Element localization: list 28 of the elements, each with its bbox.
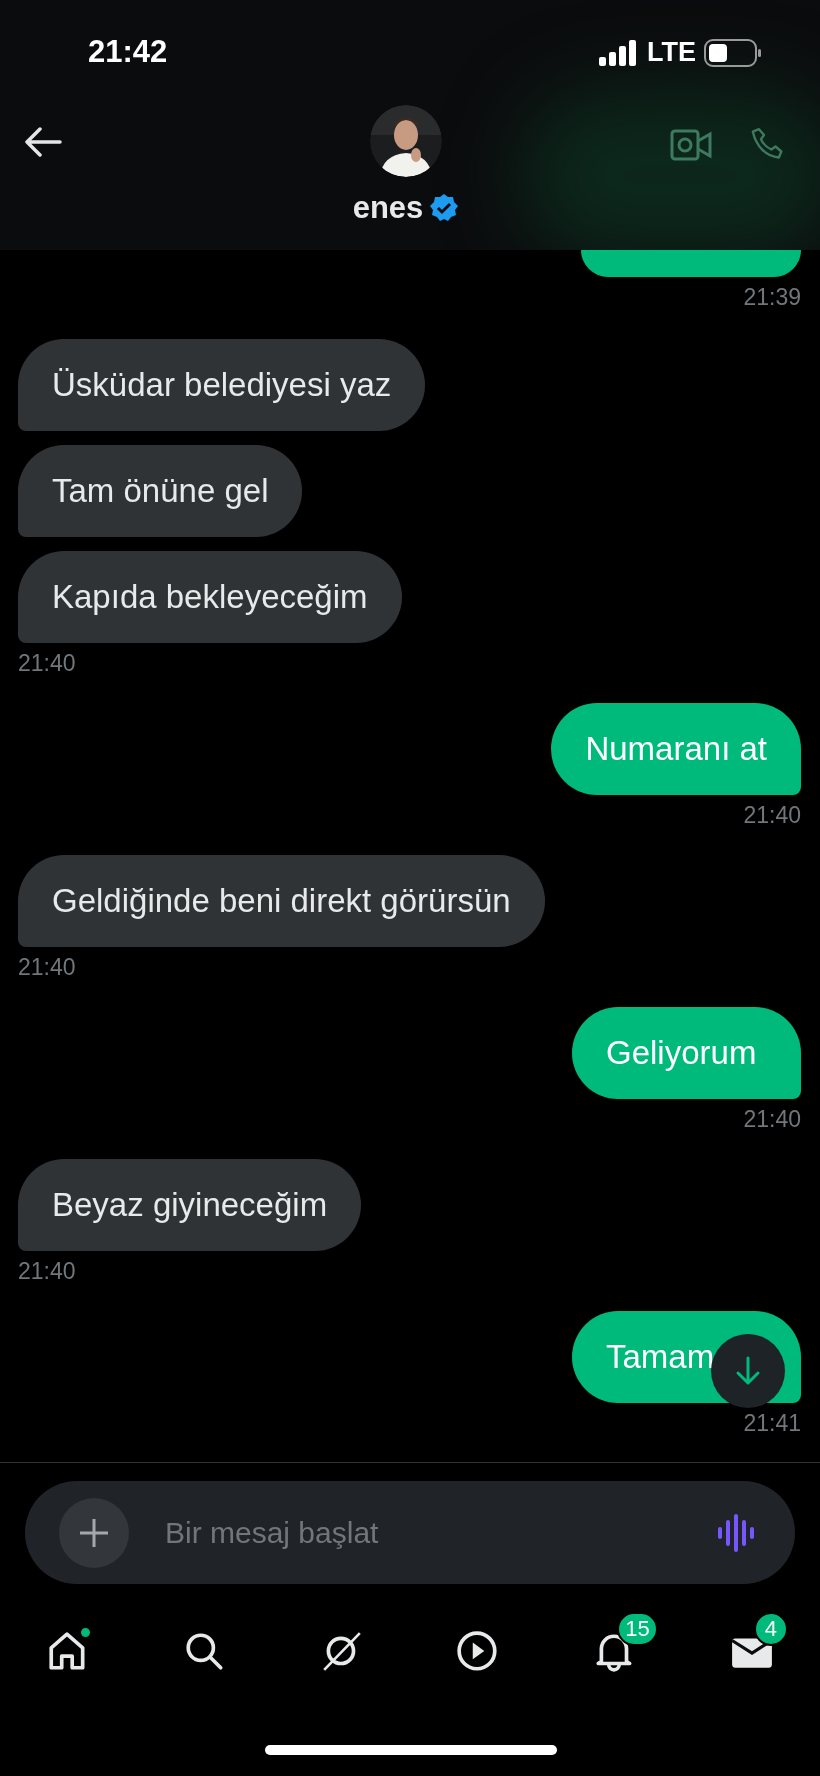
- contact-name[interactable]: enes: [352, 185, 424, 232]
- message-time: 21:40: [743, 803, 801, 827]
- count-badge: 4: [754, 1612, 788, 1646]
- message-bubble: Geldiğinde beni direkt görürsün: [18, 855, 545, 947]
- plus-icon: [79, 1517, 109, 1548]
- battery-icon: [704, 38, 762, 67]
- message-bubble: Üsküdar belediyesi yaz: [18, 339, 426, 431]
- message-time: 21:39: [743, 285, 801, 309]
- count-badge: 15: [617, 1612, 658, 1646]
- message-bubble: Tam önüne gel: [18, 445, 303, 537]
- back-arrow-icon[interactable]: [24, 127, 62, 157]
- down-arrow-icon: [735, 1356, 761, 1386]
- message-time: 21:40: [18, 955, 76, 979]
- message-bubble: Beyaz giyineceğim: [18, 1159, 362, 1251]
- message-bubble: Kapıda bekleyeceğim: [18, 551, 402, 643]
- signal-icon: [599, 39, 639, 66]
- message-input-field[interactable]: Bir mesaj başlat: [25, 1481, 795, 1584]
- message-bubble: Geliyorum: [572, 1007, 801, 1099]
- video-call-icon[interactable]: [670, 128, 712, 162]
- network-label: LTE: [647, 36, 696, 70]
- voice-wave-icon[interactable]: [717, 1512, 757, 1553]
- message-time: 21:40: [18, 651, 76, 675]
- message-time: 21:40: [18, 1259, 76, 1283]
- message-input: Bir mesaj başlat: [165, 1510, 717, 1555]
- status-time: 21:42: [88, 33, 168, 72]
- message-time: 21:41: [743, 1411, 801, 1435]
- message-time: 21:40: [743, 1107, 801, 1131]
- message-bubble: Numaranı at: [551, 703, 801, 795]
